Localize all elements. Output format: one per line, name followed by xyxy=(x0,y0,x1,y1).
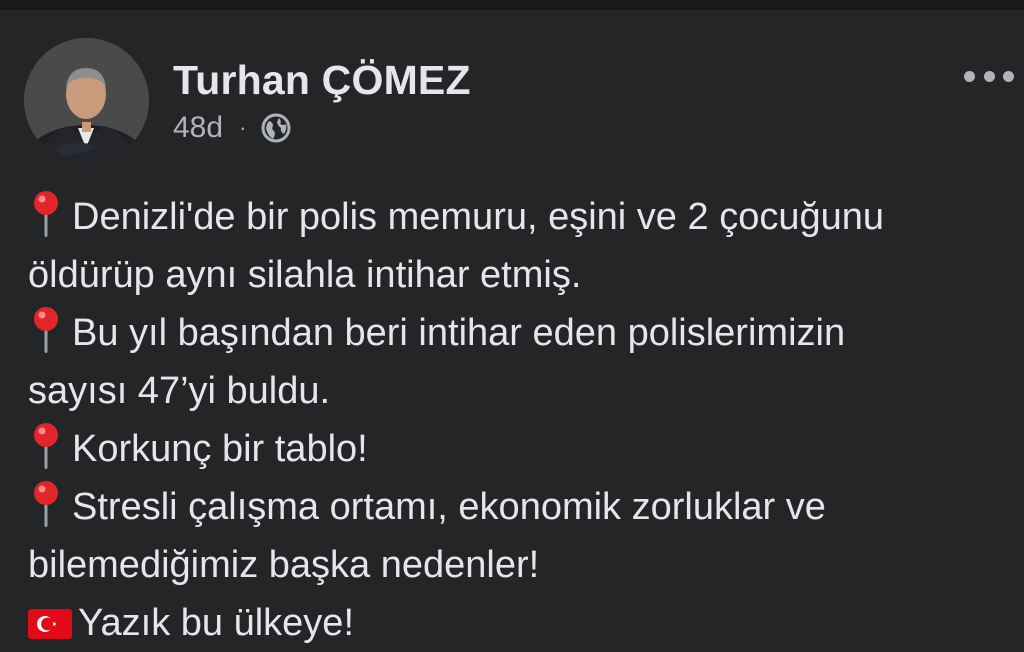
round-pushpin-icon xyxy=(34,307,58,353)
globe-icon[interactable] xyxy=(260,112,292,144)
post-body: Denizli'de bir polis memuru, eşini ve 2 … xyxy=(28,188,1018,652)
top-bar xyxy=(0,0,1024,10)
post-line-text: Korkunç bir tablo! xyxy=(72,428,368,470)
post-line: Yazık bu ülkeye! xyxy=(28,594,1018,652)
round-pushpin-icon xyxy=(34,423,58,469)
post-line: Bu yıl başından beri intihar eden polisl… xyxy=(28,304,1018,362)
post-line-text: Bu yıl başından beri intihar eden polisl… xyxy=(72,312,846,354)
more-dot xyxy=(1003,70,1014,82)
post-line-text: Denizli'de bir polis memuru, eşini ve 2 … xyxy=(72,196,884,238)
post-card: Turhan ÇÖMEZ 48d · Denizli'de bir polis … xyxy=(0,10,1024,647)
post-line-text: öldürüp aynı silahla intihar etmiş. xyxy=(28,254,582,296)
post-timestamp[interactable]: 48d xyxy=(173,111,223,145)
post-line: Denizli'de bir polis memuru, eşini ve 2 … xyxy=(28,188,1018,246)
post-line: bilemediğimiz başka nedenler! xyxy=(28,536,1018,594)
turkey-flag-icon xyxy=(28,609,72,639)
more-dot xyxy=(983,70,995,82)
post-line-text: Stresli çalışma ortamı, ekonomik zorlukl… xyxy=(72,486,826,528)
more-dot xyxy=(964,70,975,82)
round-pushpin-icon xyxy=(34,191,58,237)
post-meta: 48d · xyxy=(173,110,292,146)
post-line: sayısı 47’yi buldu. xyxy=(28,362,1018,420)
post-line-text: bilemediğimiz başka nedenler! xyxy=(28,544,540,586)
post-line: Stresli çalışma ortamı, ekonomik zorlukl… xyxy=(28,478,1018,536)
meta-separator: · xyxy=(239,115,247,140)
avatar[interactable] xyxy=(24,38,149,163)
post-line: Korkunç bir tablo! xyxy=(28,420,1018,478)
avatar-photo xyxy=(24,38,149,163)
round-pushpin-icon xyxy=(34,481,58,527)
post-line-text: Yazık bu ülkeye! xyxy=(78,602,355,644)
author-name[interactable]: Turhan ÇÖMEZ xyxy=(173,57,471,104)
post-line: öldürüp aynı silahla intihar etmiş. xyxy=(28,246,1018,304)
post-line-text: sayısı 47’yi buldu. xyxy=(28,370,331,412)
more-options-button[interactable] xyxy=(964,66,1014,86)
